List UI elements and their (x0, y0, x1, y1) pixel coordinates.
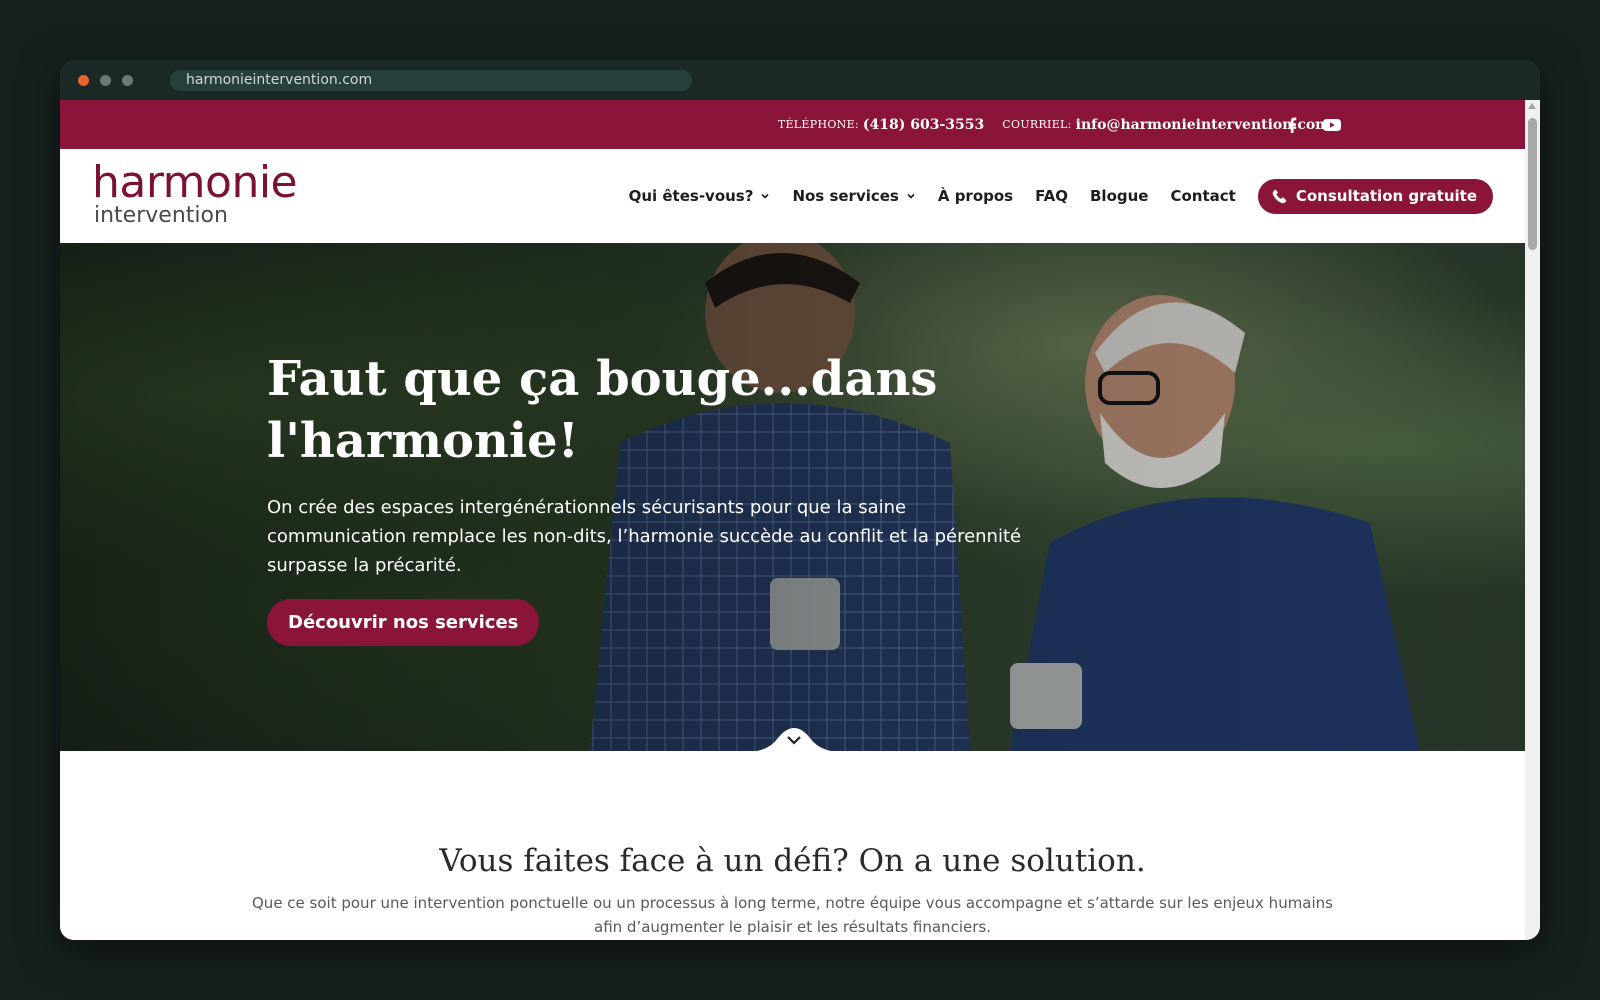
phone-label: TÉLÉPHONE: (777, 118, 859, 131)
web-page: TÉLÉPHONE: (418) 603-3553 COURRIEL: info… (60, 100, 1525, 940)
maximize-window-dot[interactable] (122, 75, 133, 86)
nav-item-label: Qui êtes-vous? (628, 187, 754, 205)
nav-item-label: Nos services (792, 187, 899, 205)
nav-item-a-propos[interactable]: À propos (938, 187, 1013, 205)
main-header: harmonie intervention Qui êtes-vous? Nos… (60, 149, 1525, 243)
email-label: COURRIEL: (1002, 118, 1072, 131)
hero-text: On crée des espaces intergénérationnels … (267, 497, 1022, 576)
scroll-up-arrow-icon[interactable] (1528, 103, 1536, 109)
section-title: Vous faites face à un défi? On a une sol… (439, 843, 1146, 879)
logo-wordmark: harmonie (92, 157, 298, 208)
hero-title: Faut que ça bouge...dans l'harmonie! (267, 351, 938, 469)
phone-link[interactable]: (418) 603-3553 (863, 117, 984, 133)
consultation-label: Consultation gratuite (1295, 187, 1477, 205)
close-window-dot[interactable] (78, 75, 89, 86)
main-menu: Qui êtes-vous? Nos services À propos FAQ… (607, 149, 1493, 243)
nav-item-qui-etes-vous[interactable]: Qui êtes-vous? (629, 187, 771, 205)
page-scrollbar[interactable] (1525, 100, 1540, 940)
nav-item-nos-services[interactable]: Nos services (792, 187, 915, 205)
browser-window: harmonieintervention.com TÉLÉPHONE: (418… (60, 60, 1540, 940)
top-contact-bar: TÉLÉPHONE: (418) 603-3553 COURRIEL: info… (60, 100, 1525, 149)
nav-item-blogue[interactable]: Blogue (1090, 187, 1148, 205)
contact-info: TÉLÉPHONE: (418) 603-3553 COURRIEL: info… (778, 100, 1330, 149)
consultation-button[interactable]: Consultation gratuite (1257, 178, 1493, 214)
social-links (1282, 100, 1342, 149)
discover-services-button[interactable]: Découvrir nos services (267, 599, 540, 646)
youtube-icon[interactable] (1322, 115, 1342, 135)
section-text: Que ce soit pour une intervention ponctu… (252, 894, 1333, 936)
logo-subtitle: intervention (94, 203, 228, 228)
browser-chrome: harmonieintervention.com (60, 60, 1540, 100)
minimize-window-dot[interactable] (100, 75, 111, 86)
chevron-down-icon (761, 193, 770, 199)
scroll-down-button[interactable] (746, 724, 842, 751)
nav-item-faq[interactable]: FAQ (1035, 187, 1068, 205)
browser-viewport: TÉLÉPHONE: (418) 603-3553 COURRIEL: info… (60, 100, 1540, 940)
site-logo[interactable]: harmonie intervention (92, 157, 342, 231)
facebook-icon[interactable] (1282, 115, 1302, 135)
chevron-down-icon (907, 193, 915, 199)
scrollbar-thumb[interactable] (1528, 118, 1537, 250)
intro-section: Vous faites face à un défi? On a une sol… (60, 751, 1525, 940)
nav-item-contact[interactable]: Contact (1170, 187, 1235, 205)
phone-icon (1272, 189, 1287, 204)
address-bar[interactable]: harmonieintervention.com (170, 70, 692, 91)
hero-banner: Faut que ça bouge...dans l'harmonie! On … (60, 243, 1525, 751)
